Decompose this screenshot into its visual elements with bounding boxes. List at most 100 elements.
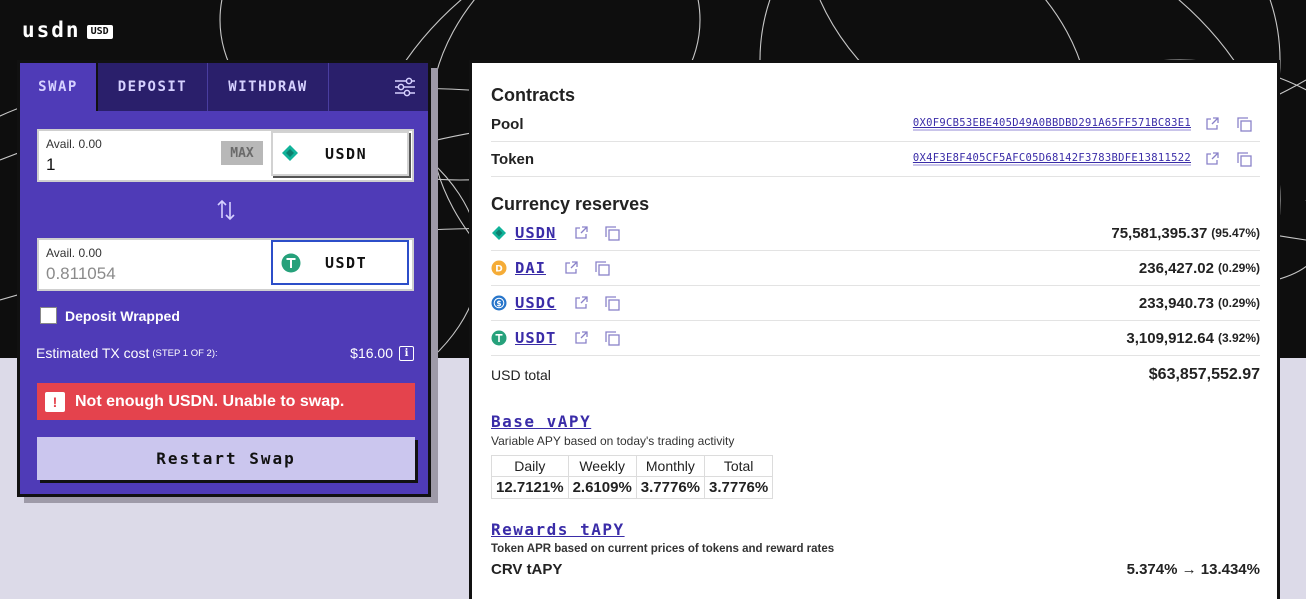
to-field: Avail. 0.00 USDT [37,238,414,291]
usd-total-value: $63,857,552.97 [1148,365,1260,383]
to-available: Avail. 0.00 [46,246,102,260]
svg-text:D: D [495,265,502,275]
external-link-icon[interactable] [574,296,588,310]
reserve-percent: (95.47%) [1211,226,1260,240]
to-token-name: USDT [325,254,368,272]
reserve-value: 233,940.73 [1138,294,1214,312]
copy-icon[interactable] [595,260,610,276]
external-link-icon[interactable] [1205,117,1219,131]
tx-cost-value: $16.00 [350,345,393,361]
crv-tapy-label: CRV tAPY [491,561,563,578]
reserve-value: 3,109,912.64 [1126,329,1214,347]
reserve-percent: (0.29%) [1217,296,1260,310]
from-token-select[interactable]: USDN [271,131,409,176]
apy-value-total: 3.7776% [703,476,774,499]
copy-icon[interactable] [1237,151,1252,167]
sliders-icon [395,77,415,97]
from-token-name: USDN [325,145,368,163]
reserve-value: 236,427.02 [1138,259,1214,277]
svg-text:$: $ [496,299,501,308]
logo-text: usdn [22,18,81,42]
crv-tapy-value: 5.374% → 13.434% [1126,561,1260,578]
apy-value-weekly: 2.6109% [567,476,637,499]
contract-label: Pool [491,115,524,133]
contract-row-token: Token 0X4F3E8F405CF5AFC05D68142F3783BDFE… [491,142,1260,177]
reserve-value: 75,581,395.37 [1111,224,1208,242]
contract-row-pool: Pool 0X0F9CB53EBE405D49A0BBDBD291A65FF57… [491,107,1260,142]
rewards-tapy-title[interactable]: Rewards tAPY [491,520,625,539]
to-token-select[interactable]: USDT [271,240,409,285]
apy-header-row: Daily Weekly Monthly Total [491,455,774,477]
external-link-icon[interactable] [574,331,588,345]
usdc-icon: $ [491,295,507,311]
rewards-tapy-description: Token APR based on current prices of tok… [491,543,835,555]
swap-direction-icon[interactable] [214,198,238,222]
copy-icon[interactable] [605,330,620,346]
reserve-row-dai: D DAI 236,427.02 (0.29%) [491,251,1260,286]
base-vapy-title[interactable]: Base vAPY [491,412,591,431]
usdn-icon [492,226,506,240]
reserves-title: Currency reserves [491,194,650,214]
contract-address-link[interactable]: 0X0F9CB53EBE405D49A0BBDBD291A65FF571BC83… [912,117,1191,131]
tab-withdraw[interactable]: WITHDRAW [208,63,329,111]
deposit-wrapped-label: Deposit Wrapped [65,307,180,324]
error-message: ! Not enough USDN. Unable to swap. [37,383,415,420]
logo[interactable]: usdn USD [22,20,113,41]
base-vapy-description: Variable APY based on today's trading ac… [491,434,735,448]
reserve-name-link[interactable]: DAI [515,259,546,277]
apy-value-daily: 12.7121% [491,476,569,499]
copy-icon[interactable] [605,225,620,241]
restart-swap-button[interactable]: Restart Swap [37,437,415,480]
info-icon[interactable]: i [399,345,414,361]
tab-deposit[interactable]: DEPOSIT [98,63,208,111]
external-link-icon[interactable] [574,226,588,240]
to-amount-input[interactable] [46,262,216,286]
error-icon: ! [45,391,65,412]
tabs-spacer [329,63,382,111]
deposit-wrapped-row: Deposit Wrapped [40,307,180,324]
settings-button[interactable] [382,63,428,111]
deposit-wrapped-checkbox[interactable] [40,307,57,324]
usd-total-row: USD total $63,857,552.97 [491,357,1260,392]
reserve-name-link[interactable]: USDN [515,224,556,242]
apy-header-monthly: Monthly [635,455,706,477]
apy-header-daily: Daily [491,455,569,477]
logo-badge: USD [86,24,113,39]
reserve-name-link[interactable]: USDC [515,294,556,312]
usdn-icon [282,145,298,161]
contracts-title: Contracts [491,85,576,105]
apy-header-total: Total [703,455,774,477]
usd-total-label: USD total [491,366,551,383]
crv-tapy-row: CRV tAPY 5.374% → 13.434% [491,561,1260,578]
reserve-percent: (3.92%) [1217,331,1260,345]
reserve-row-usdn: USDN 75,581,395.37 (95.47%) [491,216,1260,251]
apy-table: Daily Weekly Monthly Total 12.7121% 2.61… [491,455,774,499]
apy-value-monthly: 3.7776% [635,476,706,499]
copy-icon[interactable] [1237,116,1252,132]
max-button[interactable]: MAX [221,141,263,165]
pool-info-panel: Contracts Pool 0X0F9CB53EBE405D49A0BBDBD… [469,60,1280,599]
reserve-name-link[interactable]: USDT [515,329,556,347]
contract-label: Token [491,150,535,168]
apy-header-weekly: Weekly [567,455,637,477]
dai-icon: D [491,260,507,276]
reserve-percent: (0.29%) [1217,261,1260,275]
external-link-icon[interactable] [1205,152,1219,166]
from-amount-input[interactable] [46,153,216,177]
tx-cost-row: Estimated TX cost (STEP 1 OF 2): $16.00 … [36,345,414,361]
contract-address-link[interactable]: 0X4F3E8F405CF5AFC05D68142F3783BDFE138115… [912,152,1191,166]
external-link-icon[interactable] [564,261,578,275]
tab-swap[interactable]: SWAP [20,63,98,111]
usdt-icon [281,253,301,273]
tx-cost-step: (STEP 1 OF 2): [152,347,218,359]
apy-value-row: 12.7121% 2.6109% 3.7776% 3.7776% [491,476,774,499]
reserve-row-usdt: USDT 3,109,912.64 (3.92%) [491,321,1260,356]
copy-icon[interactable] [605,295,620,311]
swap-panel: SWAP DEPOSIT WITHDRAW Avail. 0.00 MAX US… [17,60,431,497]
from-field: Avail. 0.00 MAX USDN [37,129,414,182]
usdt-icon [491,330,507,346]
swap-tabs: SWAP DEPOSIT WITHDRAW [20,63,428,111]
error-text: Not enough USDN. Unable to swap. [75,392,345,410]
reserve-row-usdc: $ USDC 233,940.73 (0.29%) [491,286,1260,321]
tx-cost-label: Estimated TX cost [36,345,150,361]
